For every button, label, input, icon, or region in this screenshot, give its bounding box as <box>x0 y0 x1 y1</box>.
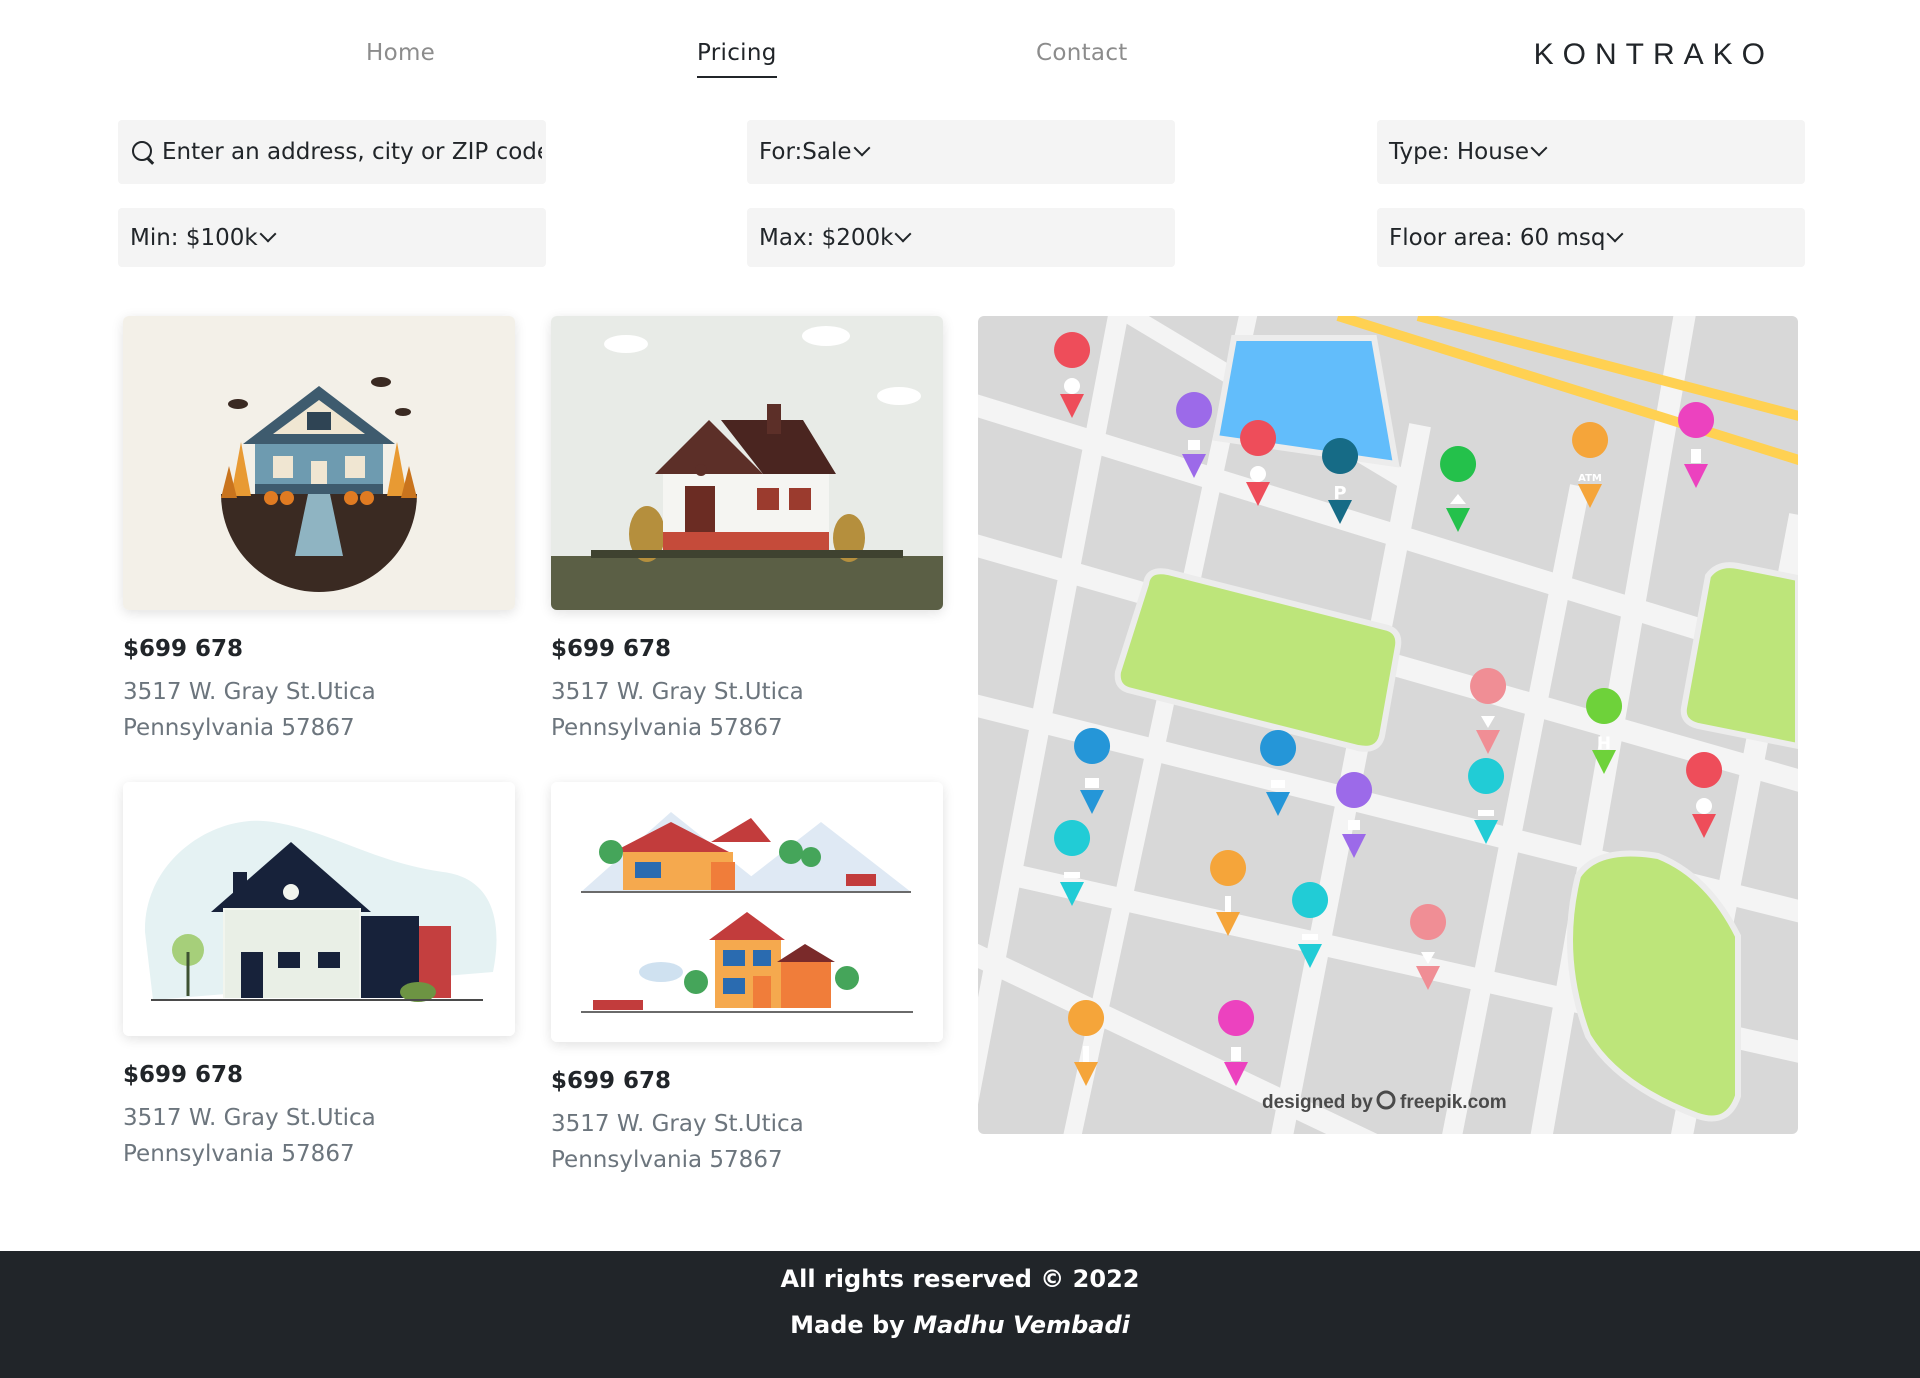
chevron-down-icon <box>1530 139 1548 157</box>
listing-card[interactable]: $699 678 3517 W. Gray St.Utica Pennsylva… <box>123 782 515 1172</box>
footer-author: Madhu Vembadi <box>913 1311 1130 1339</box>
listing-address: 3517 W. Gray St.Utica Pennsylvania 57867 <box>551 679 804 741</box>
city-map[interactable]: P ATM H designed by freepik.com <box>978 316 1798 1134</box>
house-illustration <box>123 316 515 610</box>
atm-pin-label: ATM <box>1578 473 1602 484</box>
footer-made-by: Made by <box>790 1311 914 1339</box>
listing-address: 3517 W. Gray St.Utica Pennsylvania 57867 <box>551 1111 804 1173</box>
listing-card[interactable]: $699 678 3517 W. Gray St.Utica Pennsylva… <box>551 316 943 746</box>
listing-card[interactable]: $699 678 3517 W. Gray St.Utica Pennsylva… <box>123 316 515 746</box>
brand-logo[interactable]: KONTRAKO <box>1534 38 1774 72</box>
house-illustration <box>123 782 515 1036</box>
for-sale-dropdown[interactable]: For:Sale <box>747 120 1175 184</box>
listing-image[interactable] <box>551 316 943 610</box>
parking-pin-label: P <box>1333 483 1346 504</box>
chevron-down-icon <box>894 225 912 242</box>
footer-rights: All rights reserved © 2022 <box>780 1265 1140 1293</box>
house-illustration <box>551 316 943 610</box>
chevron-down-icon <box>1606 225 1624 242</box>
chevron-down-icon <box>853 139 871 157</box>
top-nav: Home Pricing Contact KONTRAKO <box>0 0 1920 110</box>
map-credit-site: freepik.com <box>1400 1092 1507 1113</box>
floor-area-label: Floor area: 60 msq <box>1389 224 1606 251</box>
min-price-label: Min: $100k <box>130 224 258 251</box>
listing-price: $699 678 <box>123 636 244 662</box>
search-input[interactable] <box>162 139 542 165</box>
listing-card[interactable]: $699 678 3517 W. Gray St.Utica Pennsylva… <box>551 782 943 1178</box>
listing-address: 3517 W. Gray St.Utica Pennsylvania 57867 <box>123 679 376 741</box>
footer: All rights reserved © 2022 Made by Madhu… <box>0 1251 1920 1378</box>
listing-price: $699 678 <box>123 1062 244 1088</box>
house-illustration <box>551 782 943 1042</box>
listing-price: $699 678 <box>551 636 672 662</box>
listing-price: $699 678 <box>551 1068 672 1094</box>
search-field[interactable] <box>118 120 546 184</box>
footer-credit: Made by Madhu Vembadi <box>0 1311 1920 1339</box>
search-icon <box>130 138 158 166</box>
map-illustration: P ATM H designed by freepik.com <box>978 316 1798 1134</box>
type-label: Type: House <box>1389 139 1529 165</box>
nav-link-home[interactable]: Home <box>366 40 435 66</box>
map-credit-designed-by: designed by <box>1262 1092 1373 1113</box>
listing-image[interactable] <box>551 782 943 1042</box>
listing-image[interactable] <box>123 782 515 1036</box>
listing-image[interactable] <box>123 316 515 610</box>
max-price-dropdown[interactable]: Max: $200k <box>747 208 1175 267</box>
nav-link-contact[interactable]: Contact <box>1036 40 1128 66</box>
min-price-dropdown[interactable]: Min: $100k <box>118 208 546 267</box>
hospital-pin-label: H <box>1597 734 1611 754</box>
nav-link-pricing[interactable]: Pricing <box>697 40 777 78</box>
max-price-label: Max: $200k <box>759 224 894 251</box>
for-sale-label: For:Sale <box>759 139 852 165</box>
chevron-down-icon <box>259 225 277 242</box>
type-dropdown[interactable]: Type: House <box>1377 120 1805 184</box>
floor-area-dropdown[interactable]: Floor area: 60 msq <box>1377 208 1805 267</box>
listing-address: 3517 W. Gray St.Utica Pennsylvania 57867 <box>123 1105 376 1167</box>
